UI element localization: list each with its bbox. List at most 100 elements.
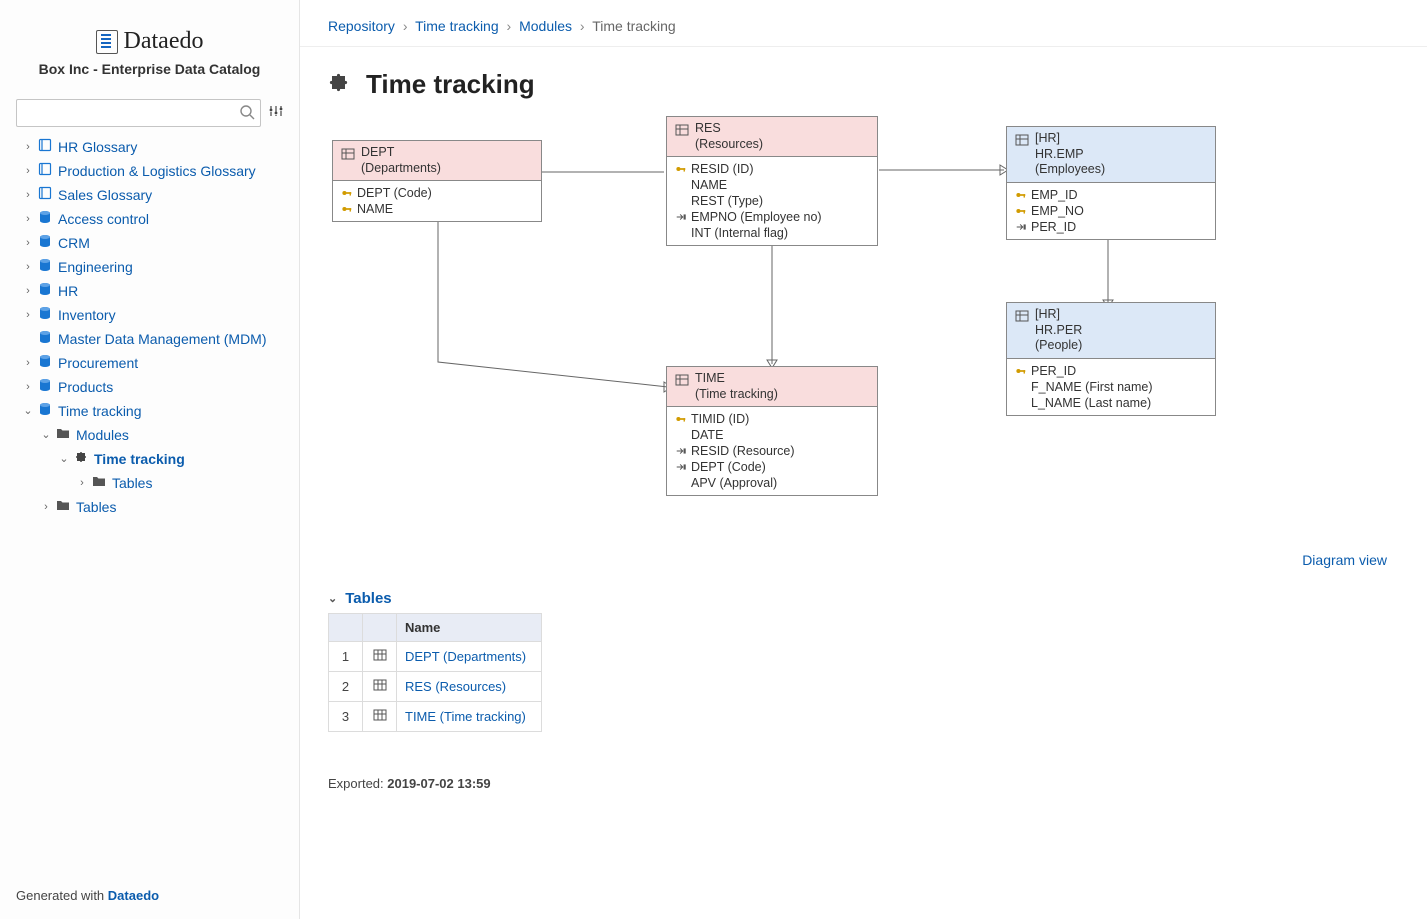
column-row: REST (Type) [675, 193, 869, 209]
column-row: NAME [675, 177, 869, 193]
entity-title: HR.EMP [1035, 147, 1105, 163]
tree-item[interactable]: ›Access control [4, 207, 295, 231]
tables-heading[interactable]: ⌄ Tables [328, 590, 1399, 607]
tree-item[interactable]: › Procurement [4, 351, 295, 375]
col-header-blank [329, 614, 363, 642]
key-icon [1015, 204, 1027, 218]
tree-item[interactable]: › CRM [4, 231, 295, 255]
tree-item[interactable]: ›Production & Logistics Glossary [4, 159, 295, 183]
tree-label: Inventory [58, 307, 116, 323]
tree-item[interactable]: ⌄ Time tracking [4, 399, 295, 423]
expander-icon[interactable]: ⌄ [56, 452, 72, 465]
entity-dept[interactable]: DEPT(Departments) DEPT (Code)NAME [332, 140, 542, 222]
expander-icon[interactable]: › [20, 357, 36, 369]
tree-item[interactable]: › Products [4, 375, 295, 399]
table-link[interactable]: TIME (Time tracking) [405, 709, 526, 724]
column-label: EMPNO (Employee no) [691, 210, 822, 224]
database-icon [36, 282, 54, 299]
tree-label: Products [58, 379, 113, 395]
tree-item[interactable]: › Engineering [4, 255, 295, 279]
tree-item[interactable]: › HR Glossary [4, 135, 295, 159]
expander-icon[interactable]: › [20, 309, 36, 321]
tree-label: CRM [58, 235, 90, 251]
table-link[interactable]: DEPT (Departments) [405, 649, 526, 664]
column-label: L_NAME (Last name) [1031, 396, 1151, 410]
entity-time[interactable]: TIME(Time tracking) TIMID (ID)DATERESID … [666, 366, 878, 496]
expander-icon[interactable]: › [20, 189, 36, 201]
sidebar: Dataedo Box Inc - Enterprise Data Catalo… [0, 0, 300, 919]
entity-subtitle: (Time tracking) [695, 387, 778, 403]
table-link[interactable]: RES (Resources) [405, 679, 506, 694]
catalog-subtitle: Box Inc - Enterprise Data Catalog [0, 61, 299, 77]
tree-label: HR Glossary [58, 139, 137, 155]
tree-label: Modules [76, 427, 129, 443]
col-header-blank [363, 614, 397, 642]
entity-subtitle: (Employees) [1035, 162, 1105, 178]
entity-res[interactable]: RES(Resources) RESID (ID)NAMEREST (Type)… [666, 116, 878, 246]
tree-label: Procurement [58, 355, 138, 371]
column-row: EMP_NO [1015, 203, 1207, 219]
search-row [16, 99, 283, 127]
key-icon [1015, 188, 1027, 202]
row-name-cell: DEPT (Departments) [397, 642, 542, 672]
key-icon [675, 162, 687, 176]
expander-icon[interactable]: › [38, 501, 54, 513]
column-label: NAME [691, 178, 727, 192]
search-input[interactable] [16, 99, 261, 127]
database-icon [36, 258, 54, 275]
search-icon[interactable] [239, 104, 255, 123]
filter-icon[interactable] [269, 104, 283, 121]
exported-line: Exported: 2019-07-02 13:59 [328, 776, 1399, 791]
footer-brand-link[interactable]: Dataedo [108, 888, 159, 903]
expander-icon[interactable]: › [20, 141, 36, 153]
folder-icon [54, 498, 72, 515]
expander-icon[interactable]: › [20, 261, 36, 273]
crumb-modules[interactable]: Modules [519, 18, 572, 34]
table-row: 1DEPT (Departments) [329, 642, 542, 672]
tree-item-time-tracking-module[interactable]: ⌄ Time tracking [4, 447, 295, 471]
tree-label: Engineering [58, 259, 133, 275]
entity-hr-per[interactable]: [HR]HR.PER(People) PER_IDF_NAME (First n… [1006, 302, 1216, 416]
tree-item-modules[interactable]: ⌄ Modules [4, 423, 295, 447]
tree-label: Time tracking [58, 403, 142, 419]
tree-label: Tables [112, 475, 152, 491]
entity-title: HR.PER [1035, 323, 1082, 339]
expander-icon[interactable]: › [20, 381, 36, 393]
crumb-repository[interactable]: Repository [328, 18, 395, 34]
entity-schema: [HR] [1035, 131, 1105, 147]
column-label: TIMID (ID) [691, 412, 749, 426]
table-icon [1015, 309, 1029, 326]
expander-icon[interactable]: › [20, 285, 36, 297]
tree-item[interactable]: › Sales Glossary [4, 183, 295, 207]
key-icon [341, 186, 353, 200]
fk-icon [1015, 220, 1027, 234]
column-row: EMPNO (Employee no) [675, 209, 869, 225]
entity-hr-emp[interactable]: [HR]HR.EMP(Employees) EMP_IDEMP_NOPER_ID [1006, 126, 1216, 240]
table-icon [363, 702, 397, 732]
tree-item[interactable]: ›HR [4, 279, 295, 303]
expander-icon[interactable]: › [20, 213, 36, 225]
tree-item-tables-inner[interactable]: › Tables [4, 471, 295, 495]
database-icon [36, 234, 54, 251]
expander-icon[interactable]: › [20, 165, 36, 177]
tree-item-tables-outer[interactable]: › Tables [4, 495, 295, 519]
tree-label: Master Data Management (MDM) [58, 331, 267, 347]
column-label: REST (Type) [691, 194, 763, 208]
column-label: RESID (Resource) [691, 444, 795, 458]
column-label: APV (Approval) [691, 476, 777, 490]
tree-label: Sales Glossary [58, 187, 152, 203]
tree-item[interactable]: Master Data Management (MDM) [4, 327, 295, 351]
folder-icon [90, 474, 108, 491]
expander-icon[interactable]: › [20, 237, 36, 249]
tree-item[interactable]: › Inventory [4, 303, 295, 327]
entity-subtitle: (Resources) [695, 137, 763, 153]
column-row: PER_ID [1015, 363, 1207, 379]
expander-icon[interactable]: › [74, 477, 90, 489]
expander-icon[interactable]: ⌄ [38, 428, 54, 441]
page-title: Time tracking [366, 69, 535, 100]
crumb-time-tracking[interactable]: Time tracking [415, 18, 499, 34]
column-label: PER_ID [1031, 364, 1076, 378]
diagram-view-link[interactable]: Diagram view [1302, 552, 1387, 568]
col-header-name: Name [397, 614, 542, 642]
expander-icon[interactable]: ⌄ [20, 404, 36, 417]
